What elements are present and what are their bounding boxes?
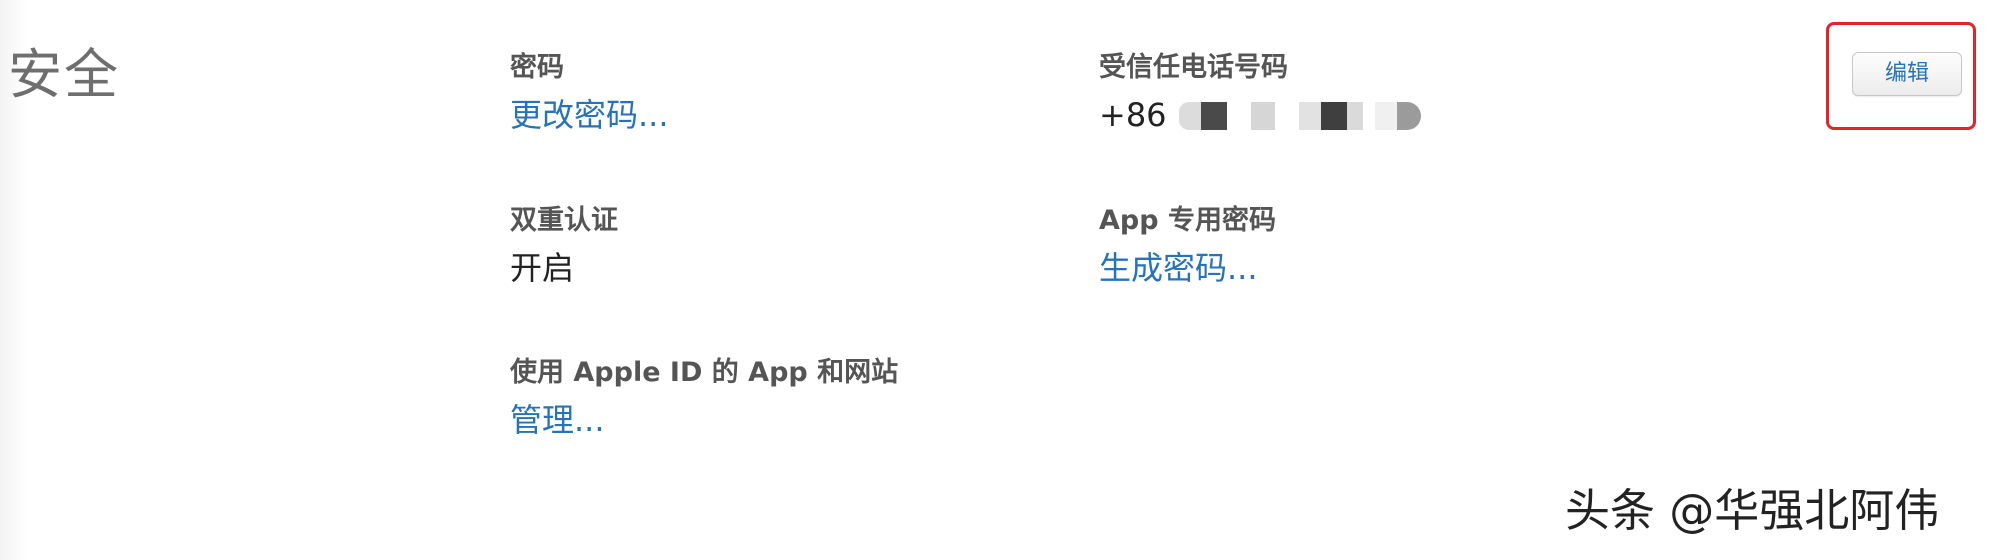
manage-apps-link[interactable]: 管理... xyxy=(510,401,898,439)
password-field: 密码 更改密码... xyxy=(510,52,669,135)
trusted-phone-value: +86 xyxy=(1099,96,1429,134)
generate-password-link[interactable]: 生成密码... xyxy=(1099,249,1276,287)
edit-button[interactable]: 编辑 xyxy=(1852,52,1962,96)
two-factor-label: 双重认证 xyxy=(510,205,618,236)
apps-using-apple-id-field: 使用 Apple ID 的 App 和网站 管理... xyxy=(510,357,898,440)
trusted-phone-label: 受信任电话号码 xyxy=(1099,52,1288,83)
change-password-link[interactable]: 更改密码... xyxy=(510,96,669,134)
two-factor-status: 开启 xyxy=(510,249,575,288)
app-passwords-label: App 专用密码 xyxy=(1099,205,1276,236)
watermark-text: 头条 @华强北阿伟 xyxy=(1565,484,1940,537)
section-title: 安全 xyxy=(8,43,120,106)
phone-country-code: +86 xyxy=(1099,96,1167,135)
trusted-phone-field: 受信任电话号码 +86 xyxy=(1099,52,1429,135)
two-factor-field: 双重认证 开启 xyxy=(510,205,618,288)
apps-using-apple-id-label: 使用 Apple ID 的 App 和网站 xyxy=(510,357,899,388)
password-label: 密码 xyxy=(510,52,564,83)
redacted-phone-number xyxy=(1178,101,1429,130)
security-settings-page: 安全 密码 更改密码... 双重认证 开启 使用 Apple ID 的 App … xyxy=(0,0,1996,560)
app-passwords-field: App 专用密码 生成密码... xyxy=(1099,205,1276,288)
